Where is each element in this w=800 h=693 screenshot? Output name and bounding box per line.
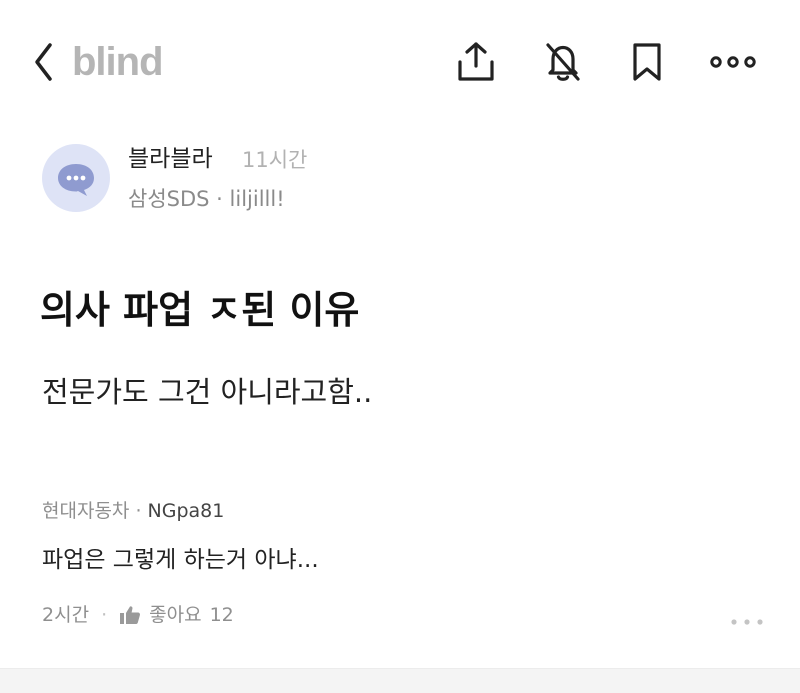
bookmark-button[interactable] — [627, 40, 667, 84]
more-icon — [731, 619, 763, 625]
back-button[interactable] — [30, 40, 60, 84]
author-meta: 삼성SDS · liljilll! — [128, 184, 285, 214]
app-logo[interactable]: blind — [72, 38, 164, 86]
share-icon — [458, 42, 494, 81]
section-divider — [0, 668, 800, 693]
comment-footer-separator: · — [101, 604, 108, 626]
comment-meta: 현대자동차 · NGpa81 — [42, 498, 224, 524]
avatar[interactable] — [42, 144, 110, 212]
like-button[interactable]: 좋아요 12 — [119, 601, 234, 629]
back-icon — [35, 43, 52, 81]
comment-more-button[interactable] — [730, 614, 764, 630]
post-title: 의사 파업 ㅈ된 이유 — [40, 288, 360, 332]
comment-footer: 2시간 · 좋아요 12 — [42, 601, 234, 629]
like-count: 12 — [209, 604, 234, 626]
notifications-button[interactable] — [543, 40, 583, 84]
author-nickname: liljilll! — [229, 187, 285, 211]
comment-company[interactable]: 현대자동차 — [42, 500, 129, 522]
bookmark-icon — [633, 43, 661, 81]
share-button[interactable] — [456, 40, 496, 84]
more-options-button[interactable] — [709, 40, 757, 84]
author-company[interactable]: 삼성SDS — [128, 187, 209, 211]
comment-nickname: NGpa81 — [147, 500, 225, 522]
comment-meta-separator: · — [135, 500, 142, 522]
author-name[interactable]: 블라블라 — [128, 144, 213, 174]
post-time: 11시간 — [242, 148, 308, 172]
comment-time: 2시간 — [42, 604, 90, 626]
meta-separator: · — [216, 187, 223, 211]
chat-bubble-icon — [58, 164, 94, 196]
notifications-off-icon — [546, 43, 580, 81]
thumbs-up-icon — [120, 606, 141, 624]
comment-text: 파업은 그렇게 하는거 아냐... — [42, 547, 319, 573]
more-icon — [710, 56, 756, 68]
post-body: 전문가도 그건 아니라고함.. — [42, 375, 373, 409]
like-label: 좋아요 — [149, 604, 202, 626]
